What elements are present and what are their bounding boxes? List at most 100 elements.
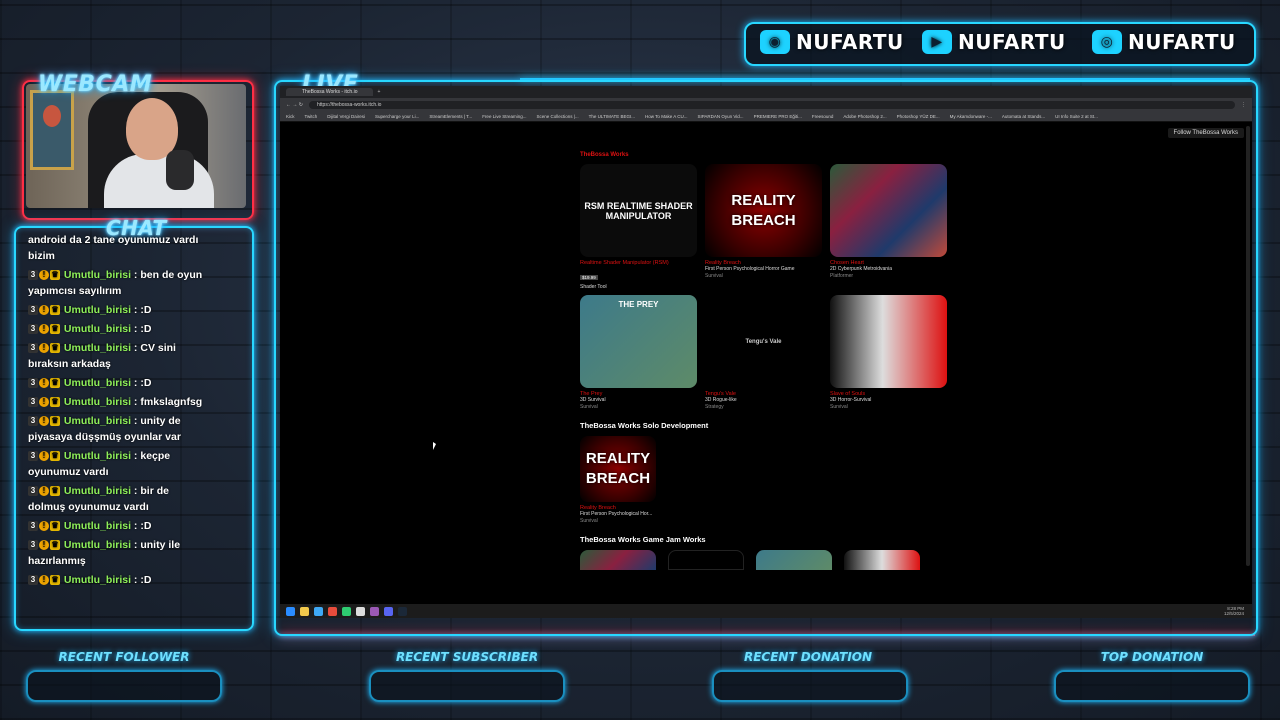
chat-username[interactable]: Umutlu_birisi bbox=[64, 323, 131, 335]
game-thumbnail[interactable]: REALITY BREACH bbox=[580, 436, 656, 502]
recent-subscriber-label: RECENT SUBSCRIBER bbox=[395, 650, 539, 664]
bookmark-item[interactable]: StreamElements | T... bbox=[429, 114, 472, 119]
thumbnail-text: THE PREY bbox=[618, 300, 659, 309]
discord-taskbar-icon[interactable] bbox=[384, 606, 393, 616]
new-tab-icon[interactable]: + bbox=[377, 89, 380, 95]
bookmark-item[interactable]: Free Live Streaming... bbox=[482, 114, 526, 119]
game-thumbnail[interactable]: REALITY BREACH bbox=[705, 164, 822, 257]
bookmark-item[interactable]: SIPARDAN Oyun Vid... bbox=[697, 114, 743, 119]
coin-badge-icon: ! bbox=[39, 486, 49, 497]
bookmark-item[interactable]: Adobe Photoshop 2... bbox=[843, 114, 886, 119]
section-title: TheBossa Works Game Jam Works bbox=[580, 535, 706, 544]
bookmark-item[interactable]: PREMIERE PRO Eğiti... bbox=[754, 114, 802, 119]
game-thumbnail[interactable] bbox=[830, 295, 947, 388]
chat-message: 3! ♛ Umutlu_birisi : bir de dolmuş oyunum… bbox=[28, 485, 169, 513]
chat-username[interactable]: Umutlu_birisi bbox=[64, 415, 131, 427]
game-thumbnail[interactable] bbox=[830, 164, 947, 257]
stream-overlay: ◉ NUFARTU ▶ NUFARTU ◎ NUFARTU WEBCAM CHA… bbox=[0, 0, 1280, 720]
thumbnail-text: REALITY BREACH bbox=[731, 191, 796, 229]
social-instagram: ◎ NUFARTU bbox=[1092, 30, 1236, 54]
chat-message: 3! ♛ Umutlu_birisi : ben de oyun yapımcıs… bbox=[28, 269, 203, 297]
app-icon[interactable] bbox=[342, 606, 351, 616]
browser-tab[interactable]: TheBossa Works - itch.io bbox=[286, 88, 374, 96]
jam-thumb[interactable] bbox=[844, 550, 920, 570]
bookmark-item[interactable]: UI Info Suite 2 at St... bbox=[1055, 114, 1098, 119]
game-genre: Survival bbox=[580, 404, 598, 410]
crown-badge-icon: ♛ bbox=[50, 378, 60, 389]
bookmark-item[interactable]: Automata at Stands... bbox=[1002, 114, 1045, 119]
app-icon[interactable] bbox=[370, 606, 379, 616]
sub-badge: 3 bbox=[28, 575, 38, 586]
game-description: First Person Psychological Hor... bbox=[580, 511, 653, 517]
bookmark-item[interactable]: My Akamdonware -... bbox=[950, 114, 992, 119]
url-input[interactable]: https://thebossa-works.itch.io bbox=[308, 101, 1235, 109]
back-icon[interactable]: ← bbox=[286, 102, 291, 108]
chat-username[interactable]: Umutlu_birisi bbox=[64, 304, 131, 316]
game-card[interactable]: REALITY BREACH Reality Breach First Person… bbox=[580, 436, 656, 525]
section-title: TheBossa Works Solo Development bbox=[580, 421, 709, 430]
chat-username[interactable]: Umutlu_birisi bbox=[64, 539, 131, 551]
bookmark-item[interactable]: How To Make A CU... bbox=[645, 114, 687, 119]
game-card[interactable]: Tengu's Vale Tengu's Vale 3D Rogue-like Str… bbox=[705, 295, 822, 411]
jam-thumb[interactable] bbox=[668, 550, 744, 570]
game-card[interactable]: Chosen Heart 2D Cyberpunk Metroidvania Pla… bbox=[830, 164, 947, 291]
game-title[interactable]: Realtime Shader Manipulator (RSM) bbox=[580, 260, 697, 266]
crown-badge-icon: ♛ bbox=[50, 305, 60, 316]
bookmark-item[interactable]: Scene Collections |... bbox=[536, 114, 578, 119]
bookmark-item[interactable]: The ULTIMATE BEGI... bbox=[589, 114, 635, 119]
coin-badge-icon: ! bbox=[39, 324, 49, 335]
app-icon[interactable] bbox=[328, 606, 337, 616]
jam-thumbnails bbox=[580, 550, 960, 570]
edge-icon[interactable] bbox=[314, 606, 323, 616]
game-grid: RSM REALTIME SHADER MANIPULATOR Realtime … bbox=[580, 164, 960, 415]
game-thumbnail[interactable]: RSM REALTIME SHADER MANIPULATOR bbox=[580, 164, 697, 257]
coin-badge-icon: ! bbox=[39, 575, 49, 586]
recent-follower-label: RECENT FOLLOWER bbox=[58, 650, 190, 664]
game-card[interactable]: Slave of Souls 3D Horror-Survival Survival bbox=[830, 295, 947, 411]
chat-username[interactable]: Umutlu_birisi bbox=[64, 269, 131, 281]
chat-text: :D bbox=[140, 377, 152, 389]
scrollbar[interactable] bbox=[1246, 126, 1250, 566]
thumbnail-text: RSM REALTIME SHADER MANIPULATOR bbox=[584, 200, 693, 221]
game-card[interactable]: RSM REALTIME SHADER MANIPULATOR Realtime … bbox=[580, 164, 697, 291]
chat-username[interactable]: Umutlu_birisi bbox=[64, 520, 131, 532]
chat-username[interactable]: Umutlu_birisi bbox=[64, 342, 131, 354]
bookmark-item[interactable]: Dijital Vergi Dairesi bbox=[327, 114, 365, 119]
chat-username[interactable]: Umutlu_birisi bbox=[64, 574, 131, 586]
steam-icon[interactable] bbox=[398, 606, 407, 616]
sub-badge: 3 bbox=[28, 324, 38, 335]
chat-username[interactable]: Umutlu_birisi bbox=[64, 485, 131, 497]
menu-icon[interactable]: ⋮ bbox=[1241, 102, 1246, 108]
coin-badge-icon: ! bbox=[39, 270, 49, 281]
chat-message: 3! ♛ Umutlu_birisi : unity de piyasaya dü… bbox=[28, 415, 181, 443]
game-card[interactable]: REALITY BREACH Reality Breach First Person… bbox=[705, 164, 822, 291]
jam-thumb[interactable] bbox=[580, 550, 656, 570]
address-bar: ← → ↻ https://thebossa-works.itch.io ⋮ bbox=[280, 98, 1252, 112]
game-thumbnail[interactable]: Tengu's Vale bbox=[705, 295, 822, 388]
explorer-icon[interactable] bbox=[300, 606, 309, 616]
sub-badge: 3 bbox=[28, 378, 38, 389]
bookmark-item[interactable]: Freesound bbox=[812, 114, 834, 119]
chat-text: android da 2 tane oyunumuz vardı bizim bbox=[28, 234, 199, 262]
bookmark-item[interactable]: Photoshop YÜZ DE... bbox=[897, 114, 940, 119]
chat-username[interactable]: Umutlu_birisi bbox=[64, 450, 131, 462]
bookmark-item[interactable]: Supercharge your Li... bbox=[375, 114, 419, 119]
microphone bbox=[166, 150, 194, 190]
chat-username[interactable]: Umutlu_birisi bbox=[64, 377, 131, 389]
game-thumbnail[interactable]: THE PREY bbox=[580, 295, 697, 388]
bookmark-item[interactable]: Twitch bbox=[305, 114, 318, 119]
sub-badge: 3 bbox=[28, 451, 38, 462]
crown-badge-icon: ♛ bbox=[50, 397, 60, 408]
start-icon[interactable] bbox=[286, 606, 295, 616]
sub-badge: 3 bbox=[28, 397, 38, 408]
forward-icon[interactable]: → bbox=[292, 102, 297, 108]
chrome-icon[interactable] bbox=[356, 606, 365, 616]
jam-thumb[interactable] bbox=[756, 550, 832, 570]
streamer-body bbox=[104, 154, 214, 208]
follow-button[interactable]: Follow TheBossa Works bbox=[1167, 128, 1244, 138]
chat-text: :D bbox=[140, 520, 152, 532]
bookmark-item[interactable]: Kick bbox=[286, 114, 295, 119]
chat-username[interactable]: Umutlu_birisi bbox=[64, 396, 131, 408]
game-card[interactable]: THE PREY The Prey 3D Survival Survival bbox=[580, 295, 697, 411]
reload-icon[interactable]: ↻ bbox=[299, 102, 303, 108]
